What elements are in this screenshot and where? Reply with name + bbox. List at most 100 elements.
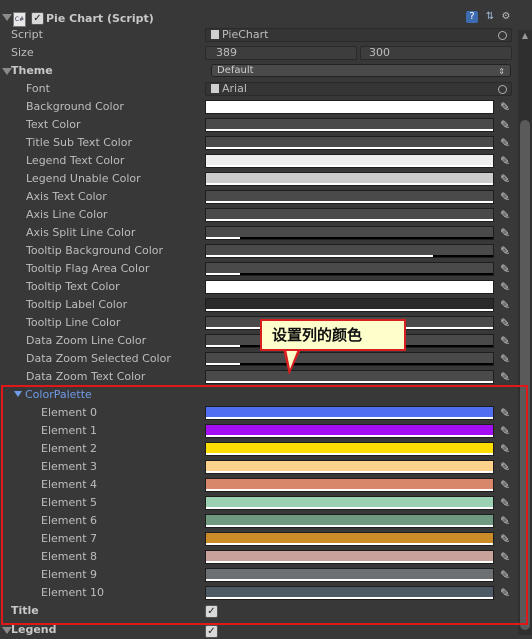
eyedropper-icon[interactable]: ✎ [499,496,511,510]
scroll-up-icon[interactable]: ▲ [518,30,532,42]
palette-foldout-arrow-icon[interactable] [14,391,22,397]
foldout-arrow-icon[interactable] [2,14,12,21]
settings-icon[interactable]: ⇅ [484,11,496,23]
palette-color-swatch[interactable] [205,586,494,600]
color-property-label: Text Color [26,118,81,131]
palette-color-swatch[interactable] [205,550,494,564]
scrollbar-thumb[interactable] [520,120,530,630]
eyedropper-icon[interactable]: ✎ [499,226,511,240]
eyedropper-icon[interactable]: ✎ [499,442,511,456]
eyedropper-icon[interactable]: ✎ [499,478,511,492]
color-swatch[interactable] [205,298,494,312]
palette-color-swatch[interactable] [205,496,494,510]
alpha-bar [206,345,241,347]
alpha-bar [206,219,493,221]
theme-dropdown[interactable]: Default ⇕ [211,64,511,77]
eyedropper-icon[interactable]: ✎ [499,244,511,258]
eyedropper-icon[interactable]: ✎ [499,100,511,114]
alpha-bar [206,147,493,149]
component-enabled-checkbox[interactable]: ✓ [31,12,44,25]
palette-foldout-row[interactable]: ColorPalette [0,386,532,404]
palette-color-swatch[interactable] [205,478,494,492]
eyedropper-icon[interactable]: ✎ [499,172,511,186]
help-icon[interactable]: ? [466,11,478,23]
eyedropper-icon[interactable]: ✎ [499,280,511,294]
eyedropper-icon[interactable]: ✎ [499,118,511,132]
eyedropper-icon[interactable]: ✎ [499,190,511,204]
palette-element-row: Element 3 ✎ [0,458,532,476]
color-swatch[interactable] [205,244,494,258]
color-swatch[interactable] [205,352,494,366]
palette-color-swatch[interactable] [205,406,494,420]
palette-color-swatch[interactable] [205,442,494,456]
eyedropper-icon[interactable]: ✎ [499,262,511,276]
eyedropper-icon[interactable]: ✎ [499,568,511,582]
eyedropper-icon[interactable]: ✎ [499,460,511,474]
eyedropper-icon[interactable]: ✎ [499,424,511,438]
object-picker-icon[interactable] [498,31,507,40]
palette-element-label: Element 6 [41,514,98,527]
palette-label: ColorPalette [25,388,92,401]
color-property-label: Legend Text Color [26,154,125,167]
eyedropper-icon[interactable]: ✎ [499,136,511,150]
color-swatch[interactable] [205,280,494,294]
palette-color-swatch[interactable] [205,514,494,528]
eyedropper-icon[interactable]: ✎ [499,316,511,330]
color-swatch[interactable] [205,370,494,384]
eyedropper-icon[interactable]: ✎ [499,298,511,312]
eyedropper-icon[interactable]: ✎ [499,370,511,384]
color-swatch[interactable] [205,262,494,276]
gear-icon[interactable]: ⚙ [500,11,512,23]
palette-element-label: Element 10 [41,586,105,599]
title-checkbox[interactable]: ✓ [205,605,218,618]
color-property-row: Legend Unable Color ✎ [0,170,532,188]
alpha-bar [206,309,493,311]
script-row: Script PieChart [0,26,532,44]
theme-row[interactable]: Theme Default ⇕ [0,62,532,80]
color-property-label: Axis Text Color [26,190,107,203]
alpha-bar [206,507,493,509]
color-swatch[interactable] [205,208,494,222]
color-property-row: Text Color ✎ [0,116,532,134]
color-property-label: Tooltip Text Color [26,280,120,293]
alpha-bar [206,597,493,599]
color-property-row: Tooltip Text Color ✎ [0,278,532,296]
legend-checkbox[interactable]: ✓ [205,625,218,638]
alpha-bar [206,363,241,365]
script-field[interactable]: PieChart [205,28,512,42]
size-width-field[interactable]: 389 [205,46,357,60]
color-swatch[interactable] [205,172,494,186]
color-swatch[interactable] [205,118,494,132]
color-property-label: Tooltip Line Color [26,316,121,329]
palette-element-row: Element 0 ✎ [0,404,532,422]
palette-color-swatch[interactable] [205,568,494,582]
color-property-row: Data Zoom Text Color ✎ [0,368,532,386]
color-swatch[interactable] [205,190,494,204]
eyedropper-icon[interactable]: ✎ [499,154,511,168]
palette-color-swatch[interactable] [205,424,494,438]
object-picker-icon[interactable] [498,85,507,94]
palette-element-row: Element 7 ✎ [0,530,532,548]
eyedropper-icon[interactable]: ✎ [499,334,511,348]
legend-row: Legend ✓ [0,621,532,639]
eyedropper-icon[interactable]: ✎ [499,586,511,600]
eyedropper-icon[interactable]: ✎ [499,532,511,546]
palette-color-swatch[interactable] [205,532,494,546]
color-swatch[interactable] [205,226,494,240]
dropdown-arrow-icon: ⇕ [498,67,505,76]
eyedropper-icon[interactable]: ✎ [499,208,511,222]
eyedropper-icon[interactable]: ✎ [499,406,511,420]
eyedropper-icon[interactable]: ✎ [499,352,511,366]
size-height-field[interactable]: 300 [360,46,512,60]
palette-foldout[interactable]: ColorPalette [14,388,92,401]
eyedropper-icon[interactable]: ✎ [499,550,511,564]
palette-color-swatch[interactable] [205,460,494,474]
color-swatch[interactable] [205,100,494,114]
script-value: PieChart [222,28,269,41]
color-swatch[interactable] [205,136,494,150]
palette-element-row: Element 2 ✎ [0,440,532,458]
eyedropper-icon[interactable]: ✎ [499,514,511,528]
palette-element-row: Element 4 ✎ [0,476,532,494]
color-swatch[interactable] [205,154,494,168]
font-field[interactable]: Arial [205,82,512,96]
